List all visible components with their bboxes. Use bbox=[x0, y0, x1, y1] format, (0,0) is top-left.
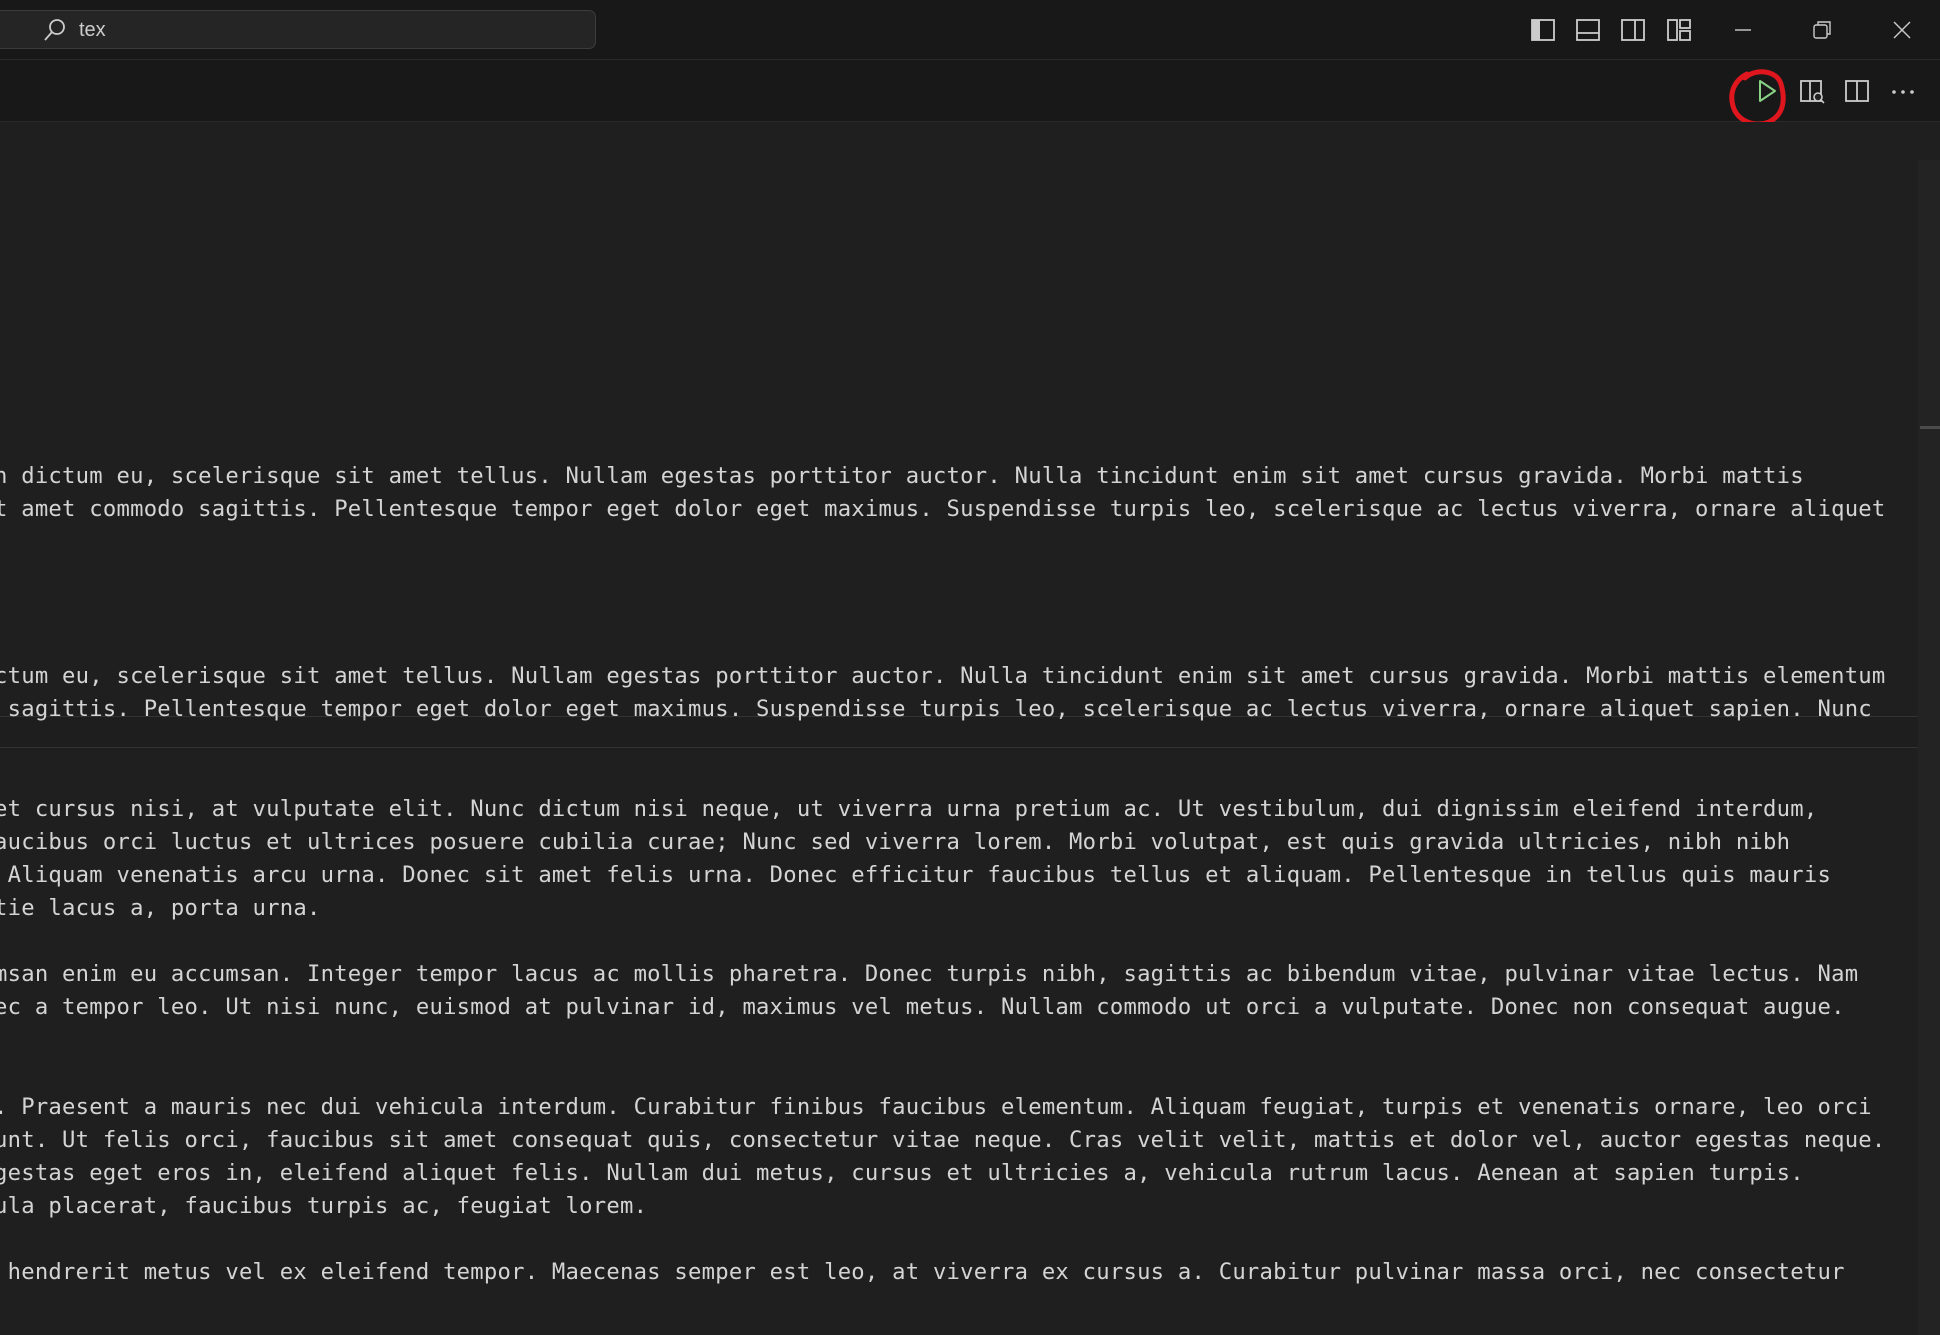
editor-line: Aliquam venenatis arcu urna. Donec sit a… bbox=[0, 862, 1832, 888]
editor-line: t amet commodo sagittis. Pellentesque te… bbox=[0, 496, 1886, 522]
editor-line: ctum eu, scelerisque sit amet tellus. Nu… bbox=[0, 663, 1886, 689]
editor-line: gestas eget eros in, eleifend aliquet fe… bbox=[0, 1160, 1804, 1186]
editor-line: n dictum eu, scelerisque sit amet tellus… bbox=[0, 463, 1804, 489]
title-bar: tex bbox=[0, 0, 1940, 60]
command-center-search[interactable]: tex bbox=[0, 10, 596, 49]
close-icon[interactable] bbox=[1887, 15, 1917, 45]
editor-tab-bar bbox=[0, 60, 1940, 122]
editor-line: . Praesent a mauris nec dui vehicula int… bbox=[0, 1094, 1872, 1120]
search-input[interactable]: tex bbox=[79, 19, 106, 42]
editor-line: ula placerat, faucibus turpis ac, feugia… bbox=[0, 1193, 648, 1219]
search-icon bbox=[43, 17, 67, 43]
scrollbar-position-marker bbox=[1920, 426, 1940, 429]
play-icon[interactable] bbox=[1751, 76, 1781, 106]
vertical-scrollbar[interactable] bbox=[1918, 160, 1940, 1335]
editor-line: unt. Ut felis orci, faucibus sit amet co… bbox=[0, 1127, 1886, 1153]
customize-layout-icon[interactable] bbox=[1664, 15, 1694, 45]
editor-line: et cursus nisi, at vulputate elit. Nunc … bbox=[0, 796, 1818, 822]
toggle-primary-sidebar-icon[interactable] bbox=[1528, 15, 1558, 45]
editor-line: tie lacus a, porta urna. bbox=[0, 895, 321, 921]
editor-line: ec a tempor leo. Ut nisi nunc, euismod a… bbox=[0, 994, 1845, 1020]
editor-area[interactable]: n dictum eu, scelerisque sit amet tellus… bbox=[0, 122, 1918, 1335]
editor-line: msan enim eu accumsan. Integer tempor la… bbox=[0, 961, 1859, 987]
split-editor-icon[interactable] bbox=[1842, 76, 1872, 106]
ellipsis-icon[interactable] bbox=[1888, 76, 1918, 106]
toggle-secondary-sidebar-icon[interactable] bbox=[1618, 15, 1648, 45]
preview-icon[interactable] bbox=[1797, 76, 1827, 106]
minimize-icon[interactable] bbox=[1728, 15, 1758, 45]
restore-icon[interactable] bbox=[1807, 15, 1837, 45]
editor-line: sagittis. Pellentesque tempor eget dolor… bbox=[0, 696, 1872, 722]
editor-line: hendrerit metus vel ex eleifend tempor. … bbox=[0, 1259, 1845, 1285]
toggle-panel-icon[interactable] bbox=[1573, 15, 1603, 45]
editor-line: aucibus orci luctus et ultrices posuere … bbox=[0, 829, 1791, 855]
